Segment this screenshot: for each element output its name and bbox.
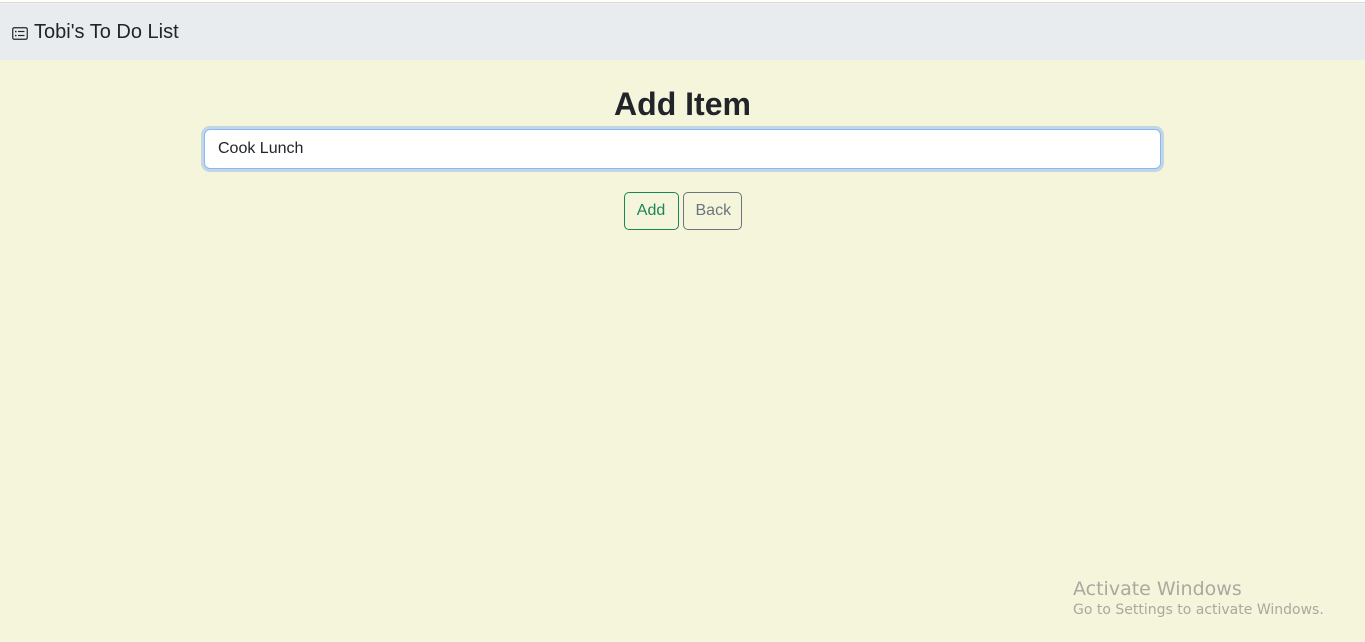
- page-title: Add Item: [614, 86, 751, 122]
- add-button[interactable]: Add: [623, 192, 679, 230]
- navbar: Tobi's To Do List: [0, 4, 1365, 60]
- button-row: Add Back: [0, 192, 1365, 230]
- windows-activation-watermark: Activate Windows Go to Settings to activ…: [1073, 578, 1324, 620]
- browser-edge: [0, 0, 1365, 3]
- back-button[interactable]: Back: [682, 192, 742, 230]
- card-list-icon: [12, 27, 28, 40]
- watermark-subtitle: Go to Settings to activate Windows.: [1073, 602, 1324, 618]
- add-item-form: Add Item Add Back: [0, 60, 1365, 642]
- brand-title: Tobi's To Do List: [34, 21, 179, 43]
- brand-link[interactable]: Tobi's To Do List: [12, 22, 179, 42]
- item-input[interactable]: [204, 129, 1161, 169]
- watermark-title: Activate Windows: [1073, 578, 1242, 600]
